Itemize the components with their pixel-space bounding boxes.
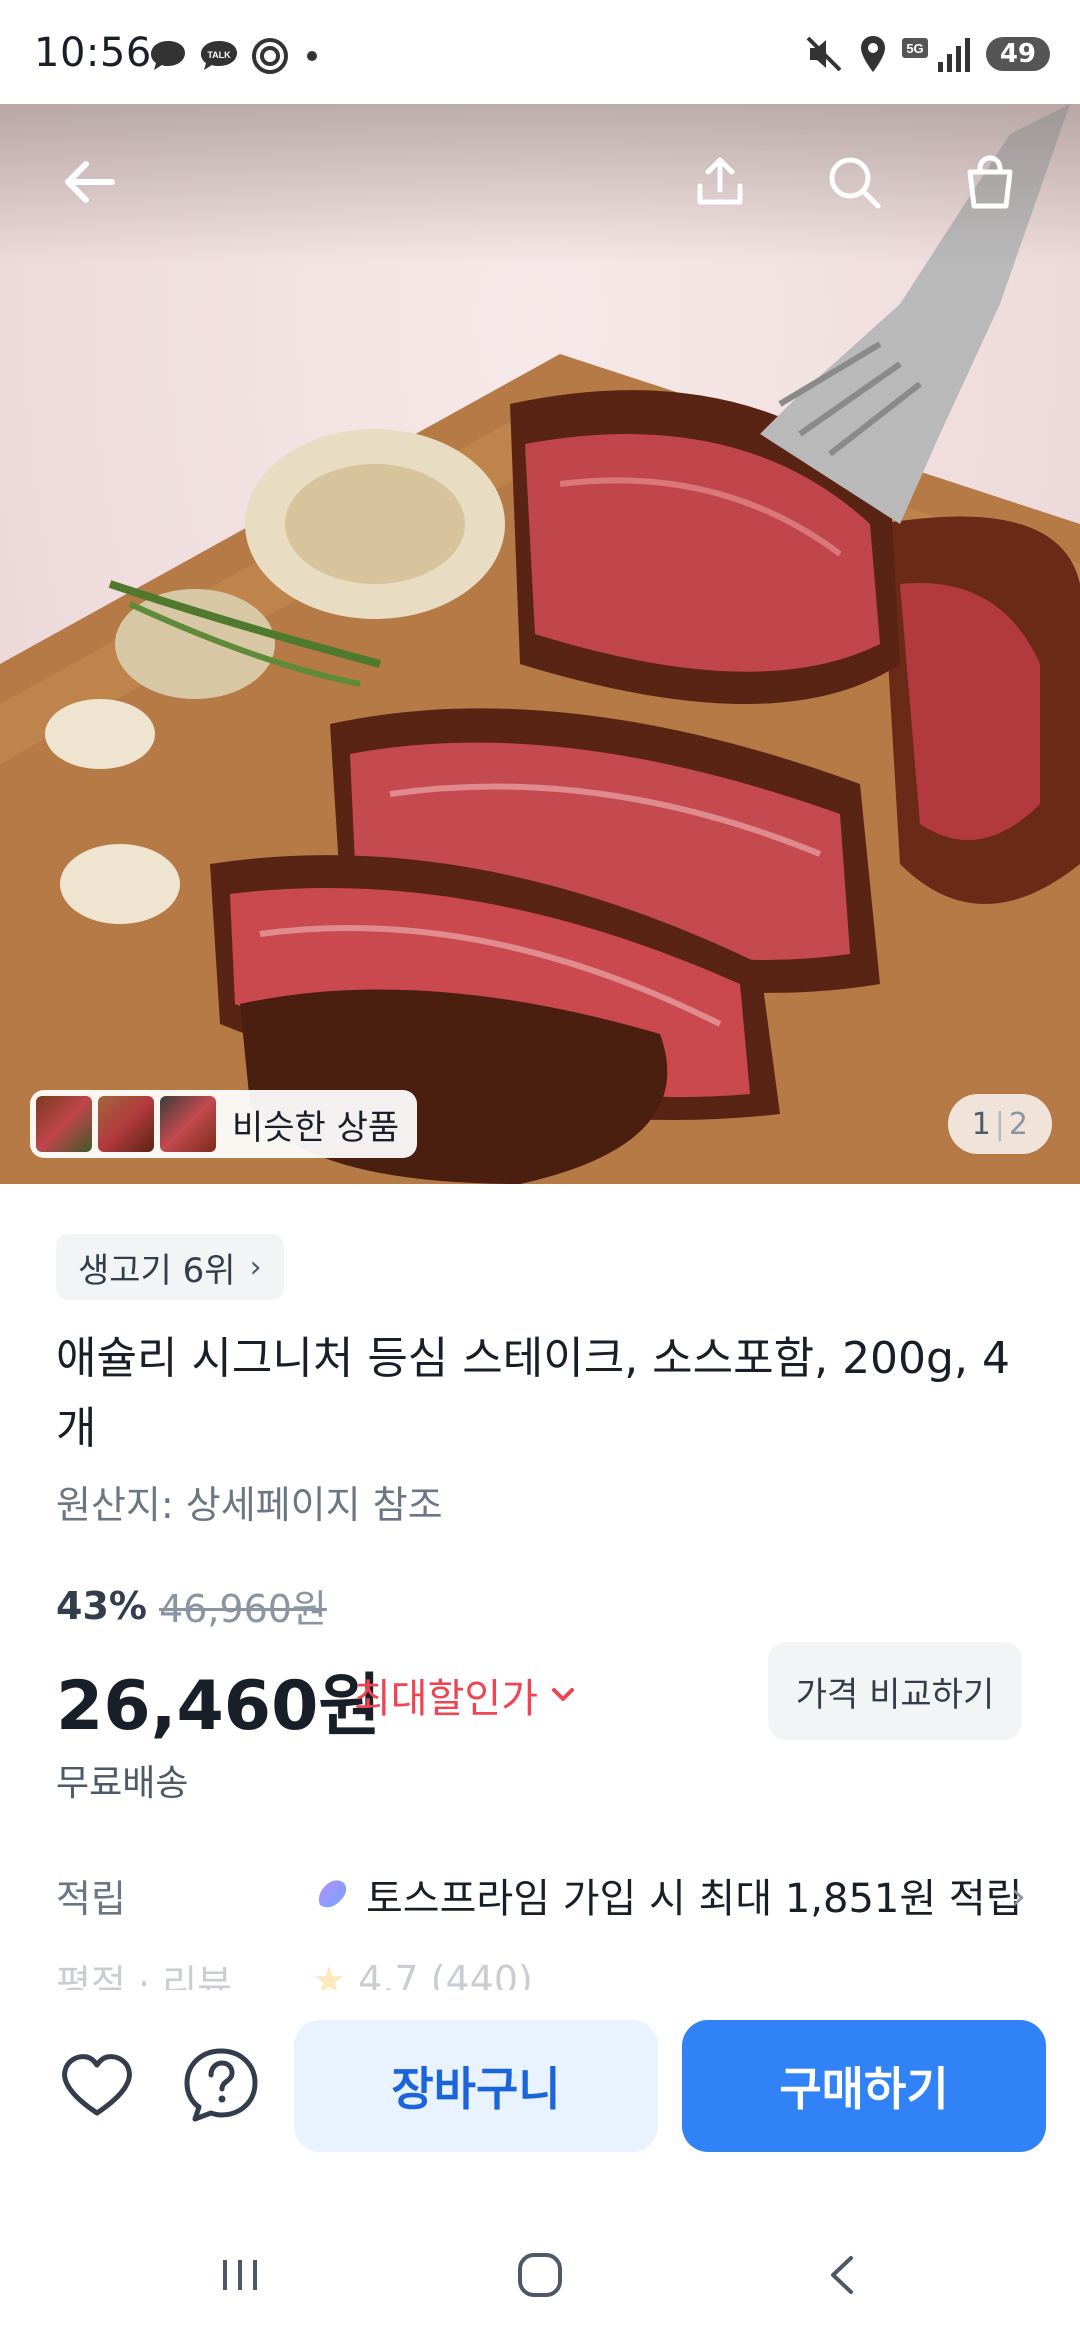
svg-text:5G: 5G: [906, 41, 923, 56]
sale-price: 26,460원: [56, 1667, 381, 1746]
status-time: 10:56: [34, 30, 152, 76]
discount-rate: 43%: [56, 1583, 147, 1628]
svg-text:TALK: TALK: [207, 50, 231, 60]
back-button[interactable]: [50, 142, 130, 222]
original-price: 46,960원: [158, 1587, 327, 1631]
buy-now-button[interactable]: 구매하기: [682, 2020, 1046, 2152]
share-icon: [697, 157, 743, 205]
chevron-right-icon: ›: [1010, 1874, 1026, 1918]
shipping-info: 무료배송: [56, 1763, 189, 1804]
search-icon: [829, 157, 881, 209]
status-left-icons: TALK: [148, 36, 324, 76]
similar-thumb-3: [160, 1096, 216, 1152]
toss-prime-icon: [318, 1880, 347, 1908]
recents-icon: [223, 2260, 257, 2290]
product-image[interactable]: 비슷한 상품 1 | 2: [0, 104, 1080, 1184]
wishlist-button[interactable]: [52, 2040, 142, 2130]
best-price-dropdown[interactable]: 최대할인가: [354, 1666, 578, 1724]
similar-products-label: 비슷한 상품: [232, 1107, 400, 1148]
hero-top-gradient: [0, 104, 1080, 264]
pager-total: 2: [1008, 1106, 1028, 1142]
similar-thumb-1: [36, 1096, 92, 1152]
similar-products-button[interactable]: 비슷한 상품: [30, 1090, 418, 1158]
chevron-down-icon: [552, 1688, 574, 1701]
battery-icon: 49: [985, 37, 1050, 71]
share-button[interactable]: [680, 142, 760, 222]
location-icon: [860, 36, 885, 72]
price-compare-button[interactable]: 가격 비교하기: [768, 1642, 1022, 1740]
pager-separator: |: [994, 1106, 1005, 1142]
signal-icon: 5G: [901, 38, 970, 72]
add-to-cart-button[interactable]: 장바구니: [294, 2020, 658, 2152]
chat-bubble-icon: [151, 41, 185, 70]
status-right-icons: 5G 49: [804, 34, 1050, 74]
points-text: 토스프라임 가입 시 최대 1,851원 적립: [366, 1876, 1023, 1922]
product-origin: 원산지: 상세페이지 참조: [56, 1483, 443, 1527]
question-bubble-icon: [184, 2048, 258, 2122]
best-price-label: 최대할인가: [354, 1676, 538, 1722]
mute-icon: [806, 36, 842, 72]
points-info: 토스프라임 가입 시 최대 1,851원 적립: [312, 1866, 1023, 1924]
chevron-right-icon: ›: [249, 1249, 262, 1285]
inquiry-button[interactable]: [176, 2040, 266, 2130]
status-bar: 10:56 TALK 5G 49: [0, 0, 1080, 104]
steak-photo: [0, 104, 1080, 1184]
talk-icon: TALK: [201, 41, 237, 70]
similar-thumb-2: [98, 1096, 154, 1152]
at-sign-icon: [252, 38, 288, 74]
discount-row: 43% 46,960원: [56, 1578, 327, 1633]
category-rank-chip[interactable]: 생고기 6위 ›: [56, 1234, 284, 1300]
home-icon: [518, 2253, 562, 2297]
dot-icon: [307, 51, 317, 61]
heart-icon: [62, 2054, 132, 2116]
back-nav-button[interactable]: [804, 2240, 884, 2310]
image-pager: 1 | 2: [947, 1094, 1052, 1154]
cart-bag-button[interactable]: [950, 142, 1030, 222]
shopping-bag-icon: [967, 155, 1013, 209]
pager-current: 1: [971, 1106, 991, 1142]
back-arrow-icon: [65, 161, 115, 203]
points-label: 적립: [56, 1876, 126, 1921]
home-button[interactable]: [500, 2240, 580, 2310]
points-row[interactable]: 적립 토스프라임 가입 시 최대 1,851원 적립 ›: [56, 1860, 1026, 1930]
search-button[interactable]: [814, 142, 894, 222]
recents-button[interactable]: [200, 2240, 280, 2310]
product-title: 애슐리 시그니처 등심 스테이크, 소스포함, 200g, 4개: [56, 1333, 1010, 1454]
rank-chip-label: 생고기 6위: [78, 1250, 236, 1291]
back-chevron-icon: [831, 2256, 853, 2294]
